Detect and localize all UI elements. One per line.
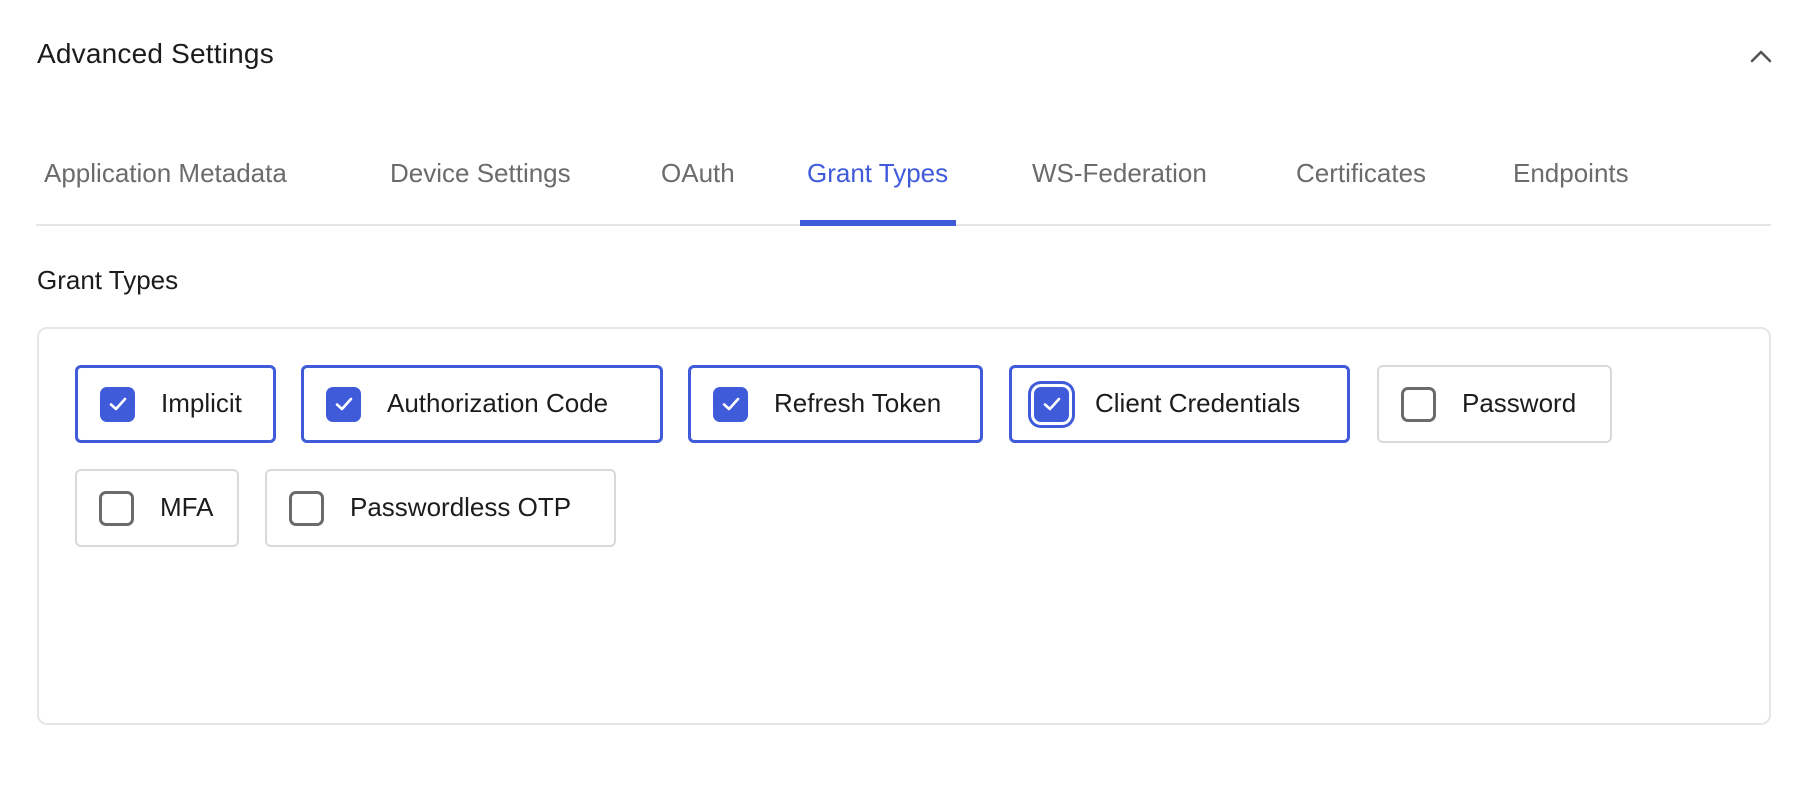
grant-type-passwordless-otp[interactable]: Passwordless OTP xyxy=(265,469,616,547)
tab-label: Application Metadata xyxy=(44,158,287,188)
option-label: Password xyxy=(1462,387,1577,418)
check-icon xyxy=(722,397,739,411)
grant-type-mfa[interactable]: MFA xyxy=(75,469,239,547)
option-label: Client Credentials xyxy=(1095,387,1301,418)
active-tab-indicator xyxy=(800,220,957,226)
option-label: Refresh Token xyxy=(774,387,942,418)
checkbox[interactable] xyxy=(1401,386,1436,422)
tab-device-settings[interactable]: Device Settings xyxy=(390,158,571,224)
checkbox[interactable] xyxy=(289,490,324,526)
tab-ws-federation[interactable]: WS-Federation xyxy=(1032,158,1207,224)
grant-type-password[interactable]: Password xyxy=(1377,365,1612,443)
grant-types-heading: Grant Types xyxy=(37,265,179,295)
checkbox[interactable] xyxy=(713,386,748,422)
option-label: MFA xyxy=(160,491,214,522)
checkbox[interactable] xyxy=(99,490,134,526)
check-icon xyxy=(335,397,352,411)
grant-type-implicit[interactable]: Implicit xyxy=(75,365,276,443)
tab-label: Device Settings xyxy=(390,158,571,188)
tab-endpoints[interactable]: Endpoints xyxy=(1513,158,1629,224)
tab-label: Grant Types xyxy=(807,158,949,188)
option-label: Passwordless OTP xyxy=(350,491,572,522)
check-icon xyxy=(109,397,126,411)
tab-label: OAuth xyxy=(661,158,735,188)
check-icon xyxy=(1043,397,1060,411)
tab-grant-types[interactable]: Grant Types xyxy=(800,158,957,226)
tab-oauth[interactable]: OAuth xyxy=(661,158,735,224)
collapse-button[interactable] xyxy=(1745,40,1777,72)
grant-type-refresh-token[interactable]: Refresh Token xyxy=(688,365,983,443)
checkbox[interactable] xyxy=(326,386,361,422)
option-label: Implicit xyxy=(161,387,242,418)
tab-label: Certificates xyxy=(1296,158,1427,188)
tab-label: WS-Federation xyxy=(1032,158,1207,188)
tab-bar: Application Metadata Device Settings OAu… xyxy=(36,150,1771,226)
grant-type-client-credentials[interactable]: Client Credentials xyxy=(1009,365,1350,443)
advanced-settings-header: Advanced Settings xyxy=(37,34,1772,80)
tab-application-metadata[interactable]: Application Metadata xyxy=(44,158,287,224)
section-title: Advanced Settings xyxy=(37,38,274,69)
checkbox[interactable] xyxy=(100,386,135,422)
tab-label: Endpoints xyxy=(1513,158,1629,188)
option-label: Authorization Code xyxy=(387,387,609,418)
tab-certificates[interactable]: Certificates xyxy=(1296,158,1426,224)
checkbox[interactable] xyxy=(1034,386,1069,422)
grant-type-authorization-code[interactable]: Authorization Code xyxy=(301,365,663,443)
chevron-up-icon xyxy=(1750,50,1772,63)
